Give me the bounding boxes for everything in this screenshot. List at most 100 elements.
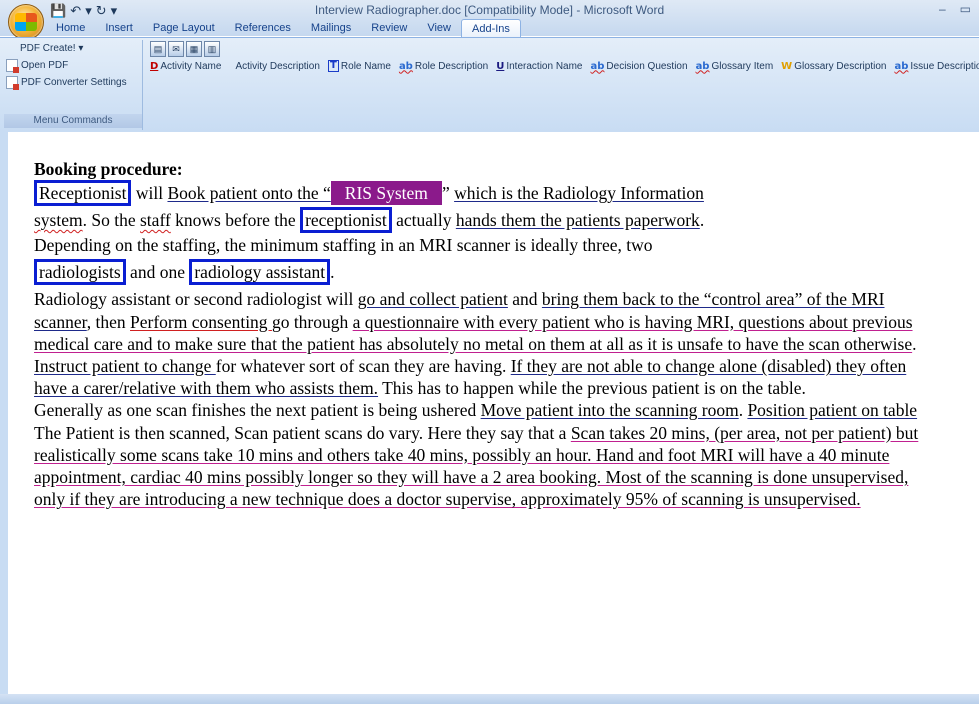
pdf-create-label: PDF Create! ▾: [20, 43, 84, 54]
text: and one: [125, 262, 190, 283]
title-bar: 💾 ↶ ▾ ↻ ▾ Interview Radiographer.doc [Co…: [0, 0, 979, 40]
text: actually: [391, 210, 456, 231]
pdf-converter-settings-label: PDF Converter Settings: [21, 77, 127, 88]
window-title: Interview Radiographer.doc [Compatibilit…: [314, 3, 665, 17]
group-label: Menu Commands: [4, 114, 142, 128]
interaction-name-label: Interaction Name: [506, 60, 583, 72]
role-name-label: Role Name: [340, 60, 391, 72]
role-radiologists[interactable]: radiologists: [34, 259, 126, 286]
toolbar-icon-1[interactable]: ▤: [150, 41, 166, 57]
pdf-converter-settings-button[interactable]: PDF Converter Settings: [4, 74, 142, 91]
tab-add-ins[interactable]: Add-Ins: [461, 19, 521, 38]
document-left-margin: [0, 132, 8, 704]
activity-collect-patient[interactable]: go and collect patient: [358, 289, 508, 309]
text: knows before the: [170, 210, 301, 231]
paragraph-2: Depending on the staffing, the minimum s…: [34, 234, 934, 288]
issue-description-button[interactable]: ab Issue Descriptio: [894, 61, 979, 72]
glossary-description-label: Glossary Description: [794, 60, 887, 72]
activity-description-label: Activity Description: [235, 60, 320, 72]
tab-page-layout[interactable]: Page Layout: [143, 19, 225, 37]
activity-instruct-change[interactable]: Instruct patient to change: [34, 356, 216, 376]
system-description-cont[interactable]: system: [34, 210, 83, 230]
activity-name-icon: D: [150, 60, 159, 72]
document-page[interactable]: Booking procedure: Receptionist will Boo…: [34, 158, 934, 510]
decision-question-icon: ab: [590, 60, 605, 72]
glossary-item-button[interactable]: ab Glossary Item: [696, 61, 774, 72]
tab-insert[interactable]: Insert: [95, 19, 143, 37]
ribbon: PDF Create! ▾ Open PDF PDF Converter Set…: [0, 37, 979, 133]
heading: Booking procedure:: [34, 158, 934, 180]
paragraph-3: Radiology assistant or second radiologis…: [34, 288, 934, 399]
text: .: [912, 333, 917, 354]
tab-view[interactable]: View: [417, 19, 461, 37]
text: .: [699, 210, 705, 231]
issue-description-label: Issue Descriptio: [910, 60, 979, 72]
glossary-description-icon: W: [781, 60, 793, 72]
issue-description-icon: ab: [894, 60, 909, 72]
pdf-icon: [6, 59, 19, 73]
tab-home[interactable]: Home: [46, 19, 95, 37]
activity-description-button[interactable]: Activity Description: [235, 61, 319, 72]
role-name-button[interactable]: T Role Name: [327, 60, 391, 72]
text: .: [330, 262, 335, 283]
tab-mailings[interactable]: Mailings: [301, 19, 361, 37]
text: ”: [441, 183, 455, 204]
activity-position-patient[interactable]: Position patient on table: [747, 400, 917, 420]
activity-hands-paperwork[interactable]: hands them the patients paperwork: [456, 210, 700, 230]
text: The Patient is then scanned, Scan patien…: [34, 422, 571, 443]
text: for whatever sort of scan they are havin…: [215, 356, 511, 377]
decision-question-label: Decision Question: [606, 60, 688, 72]
glossary-description-button[interactable]: W Glossary Description: [781, 61, 886, 72]
interaction-name-icon: U: [496, 60, 505, 72]
role-receptionist[interactable]: Receptionist: [34, 180, 132, 207]
role-name-icon: T: [327, 60, 339, 72]
text: Radiology assistant or second radiologis…: [34, 289, 358, 310]
toolbar-icon-3[interactable]: ▦: [186, 41, 202, 57]
role-receptionist-2[interactable]: receptionist: [300, 207, 392, 234]
activity-name-button[interactable]: D Activity Name: [150, 61, 221, 72]
text: and: [507, 289, 542, 310]
text: Generally as one scan finishes the next …: [34, 400, 481, 421]
paragraph-1: Receptionist will Book patient onto the …: [34, 180, 934, 234]
interaction-name-button[interactable]: U Interaction Name: [496, 61, 582, 72]
menu-commands-group: PDF Create! ▾ Open PDF PDF Converter Set…: [4, 40, 143, 130]
pdf-create-menu[interactable]: PDF Create! ▾: [4, 40, 142, 57]
activity-move-patient[interactable]: Move patient into the scanning room: [481, 400, 739, 420]
text: . So the: [82, 210, 140, 231]
system-description[interactable]: which is the Radiology Information: [454, 183, 704, 203]
role-description-label: Role Description: [414, 60, 489, 72]
open-pdf-button[interactable]: Open PDF: [4, 57, 142, 74]
annotation-commands: D Activity Name Activity Description T Rol…: [150, 60, 979, 72]
minimize-button[interactable]: –: [939, 2, 946, 16]
window-controls: – ▭: [939, 2, 971, 16]
activity-book-patient[interactable]: Book patient onto the “: [167, 183, 330, 203]
ribbon-tabs: Home Insert Page Layout References Maili…: [46, 19, 521, 38]
text: will: [131, 183, 168, 204]
glossary-item-icon: ab: [695, 60, 710, 72]
status-bar: [0, 694, 979, 704]
tab-review[interactable]: Review: [361, 19, 417, 37]
pdf-settings-icon: [6, 76, 19, 90]
addin-icon-row: ▤ ✉ ▦ ▥: [150, 41, 220, 57]
maximize-button[interactable]: ▭: [960, 2, 971, 16]
text: Depending on the staffing, the minimum s…: [34, 235, 653, 256]
toolbar-icon-4[interactable]: ▥: [204, 41, 220, 57]
paragraph-5: The Patient is then scanned, Scan patien…: [34, 422, 934, 511]
paragraph-4: Generally as one scan finishes the next …: [34, 399, 934, 421]
open-pdf-label: Open PDF: [21, 60, 69, 71]
glossary-item-label: Glossary Item: [711, 60, 774, 72]
tab-references[interactable]: References: [225, 19, 301, 37]
role-radiology-assistant[interactable]: radiology assistant: [189, 259, 331, 286]
toolbar-icon-2[interactable]: ✉: [168, 41, 184, 57]
activity-perform-consenting[interactable]: Perform consenting: [130, 312, 272, 332]
glossary-staff[interactable]: staff: [140, 210, 171, 230]
text: This has to happen while the previous pa…: [378, 378, 806, 399]
role-description-icon: ab: [398, 60, 413, 72]
activity-name-label: Activity Name: [160, 60, 222, 72]
heading-text: Booking procedure:: [34, 159, 183, 179]
decision-question-button[interactable]: ab Decision Question: [591, 61, 688, 72]
text: go through: [271, 311, 353, 332]
system-ris[interactable]: RIS System: [330, 181, 442, 206]
text: , then: [86, 311, 131, 332]
role-description-button[interactable]: ab Role Description: [399, 61, 488, 72]
